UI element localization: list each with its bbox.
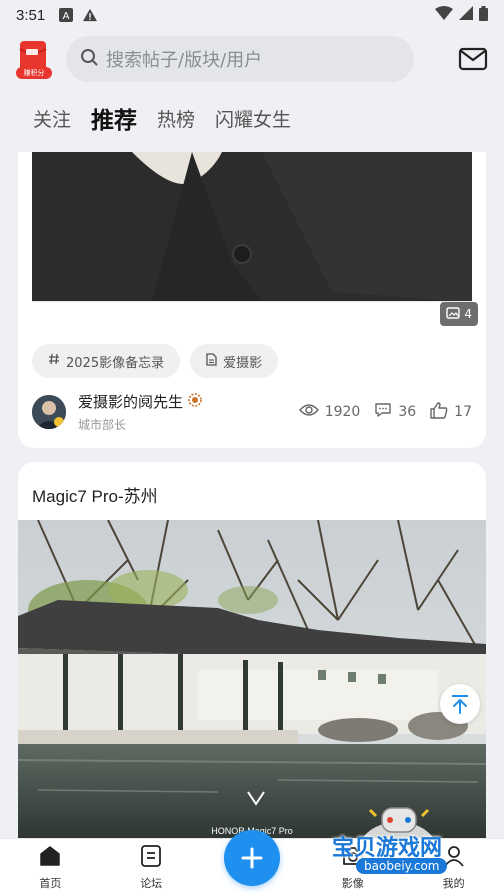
back-to-top-button[interactable]: [440, 684, 480, 724]
tab-follow[interactable]: 关注: [33, 105, 71, 132]
battery-icon: [479, 5, 488, 25]
board-chip-label: 爱摄影: [223, 355, 263, 371]
comments-stat[interactable]: 36: [374, 402, 416, 422]
forum-icon: [139, 844, 163, 871]
svg-text:A: A: [63, 11, 70, 22]
likes-count: 17: [454, 404, 472, 420]
post-card-1[interactable]: 4 2025影像备忘录 爱摄影 爱摄影的阋先生 城市部长 1920 36 17: [18, 152, 486, 448]
watermark-url: baobeiy.com: [356, 858, 448, 874]
plus-icon: [241, 847, 263, 869]
author-title: 城市部长: [78, 418, 127, 432]
author-name[interactable]: 爱摄影的阋先生: [78, 391, 183, 412]
comment-icon: [374, 402, 392, 422]
tab-recommend[interactable]: 推荐: [91, 101, 137, 135]
search-icon: [80, 48, 98, 70]
post-author-row: 爱摄影的阋先生 城市部长 1920 36 17: [32, 392, 472, 432]
post-image[interactable]: HONOR Magic7 Pro: [18, 520, 486, 842]
top-header: 赚积分 搜索帖子/版块/用户: [0, 30, 504, 88]
avatar[interactable]: [32, 395, 66, 429]
home-icon: [38, 844, 62, 871]
signal-icon: [459, 6, 473, 24]
hash-icon: [48, 353, 60, 369]
post-stats: 1920 36 17: [298, 401, 472, 423]
views-count: 1920: [324, 404, 361, 420]
post-image[interactable]: [32, 152, 472, 302]
views-stat: 1920: [298, 403, 361, 421]
post-tags: 2025影像备忘录 爱摄影: [32, 344, 279, 378]
thumbs-up-icon: [430, 401, 448, 423]
tab-shining-girls[interactable]: 闪耀女生: [215, 105, 291, 132]
document-icon: [206, 352, 217, 370]
points-redpacket-button[interactable]: 赚积分: [16, 39, 52, 79]
image-count-badge: 4: [440, 302, 478, 326]
board-chip[interactable]: 爱摄影: [190, 344, 279, 378]
nav-home[interactable]: 首页: [0, 839, 101, 896]
comments-count: 36: [398, 404, 417, 420]
eye-icon: [298, 403, 319, 421]
topic-chip-label: 2025影像备忘录: [66, 355, 165, 371]
font-a-icon: A: [59, 8, 74, 22]
image-count: 4: [464, 307, 472, 321]
status-bar: 3:51 A: [0, 0, 504, 30]
status-time: 3:51: [16, 6, 46, 24]
post-card-2[interactable]: Magic7 Pro-苏州 HONOR Pro: [18, 462, 486, 842]
search-bar[interactable]: 搜索帖子/版块/用户: [66, 36, 414, 82]
arrow-up-icon: [452, 695, 468, 714]
wifi-icon: [435, 6, 453, 24]
image-icon: [446, 306, 461, 322]
new-post-button[interactable]: [224, 830, 280, 886]
feed-tabs: 关注 推荐 热榜 闪耀女生: [0, 92, 504, 144]
author-name-row: 爱摄影的阋先生: [78, 391, 203, 412]
points-label: 赚积分: [23, 69, 45, 77]
level-badge-icon: [187, 392, 203, 412]
mail-icon[interactable]: [458, 47, 488, 71]
nav-forum-label: 论坛: [140, 877, 163, 890]
likes-stat[interactable]: 17: [430, 401, 472, 423]
nav-forum[interactable]: 论坛: [101, 839, 202, 896]
post-title[interactable]: Magic7 Pro-苏州: [32, 482, 158, 507]
nav-home-label: 首页: [39, 877, 62, 890]
topic-chip[interactable]: 2025影像备忘录: [32, 344, 181, 378]
warning-icon: [83, 8, 98, 22]
tab-hot[interactable]: 热榜: [157, 105, 195, 132]
search-placeholder: 搜索帖子/版块/用户: [106, 50, 263, 71]
